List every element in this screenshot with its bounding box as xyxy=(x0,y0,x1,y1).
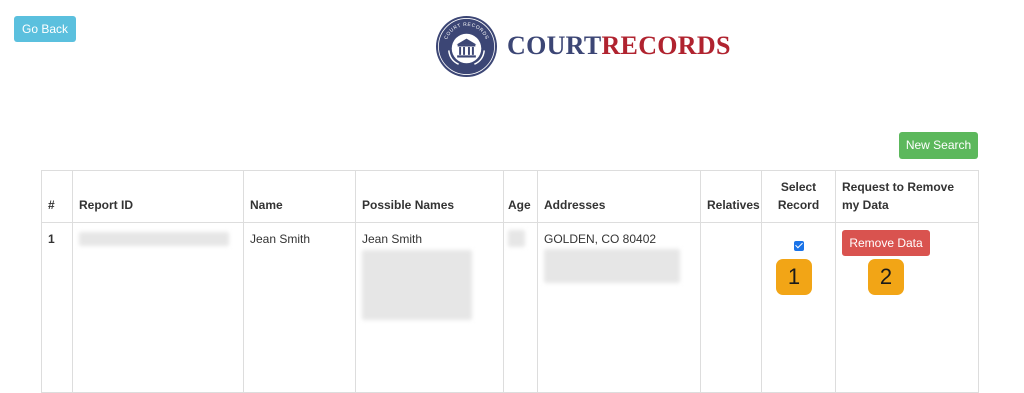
header-addresses: Addresses xyxy=(537,170,701,223)
header-request-remove: Request to Remove my Data xyxy=(835,170,979,223)
header-select-record: Select Record xyxy=(761,170,836,223)
header-name: Name xyxy=(243,170,356,223)
report-id-cell xyxy=(72,222,244,393)
row-num: 1 xyxy=(41,222,73,393)
brand-wordmark: COURTRECORDS xyxy=(507,33,731,59)
remove-data-button[interactable]: Remove Data xyxy=(842,230,930,256)
relatives-cell xyxy=(700,222,762,393)
table-header-row: # Report ID Name Possible Names Age Addr… xyxy=(41,170,979,223)
report-id-redacted xyxy=(79,232,229,246)
possible-names-cell: Jean Smith xyxy=(355,222,504,393)
possible-names-redacted xyxy=(362,250,472,320)
name-cell: Jean Smith xyxy=(243,222,356,393)
records-table: # Report ID Name Possible Names Age Addr… xyxy=(41,170,979,393)
age-redacted xyxy=(508,230,525,247)
brand-records: RECORDS xyxy=(601,31,731,60)
addresses-cell: GOLDEN, CO 80402 xyxy=(537,222,701,393)
table-row: 1 Jean Smith Jean Smith GOLDEN, CO 80402 xyxy=(41,222,979,393)
header-relatives: Relatives xyxy=(700,170,762,223)
header-num: # xyxy=(41,170,73,223)
addresses-redacted xyxy=(544,249,680,283)
seal-icon: COURT RECORDS xyxy=(435,15,498,77)
address-1: GOLDEN, CO 80402 xyxy=(544,232,657,246)
remove-data-cell: Remove Data xyxy=(835,222,979,393)
new-search-button[interactable]: New Search xyxy=(899,132,978,159)
header-possible-names: Possible Names xyxy=(355,170,504,223)
header-age: Age xyxy=(503,170,538,223)
select-record-checkbox[interactable] xyxy=(793,241,804,251)
go-back-button[interactable]: Go Back xyxy=(14,16,76,42)
select-record-cell xyxy=(761,222,836,393)
header-report-id: Report ID xyxy=(72,170,244,223)
age-cell xyxy=(503,222,538,393)
court-records-logo: COURT RECORDS COURTRECORDS xyxy=(435,14,731,78)
possible-name-1: Jean Smith xyxy=(362,232,423,246)
annotation-badge-2: 2 xyxy=(868,259,904,295)
brand-court: COURT xyxy=(507,31,602,60)
annotation-badge-1: 1 xyxy=(776,259,812,295)
